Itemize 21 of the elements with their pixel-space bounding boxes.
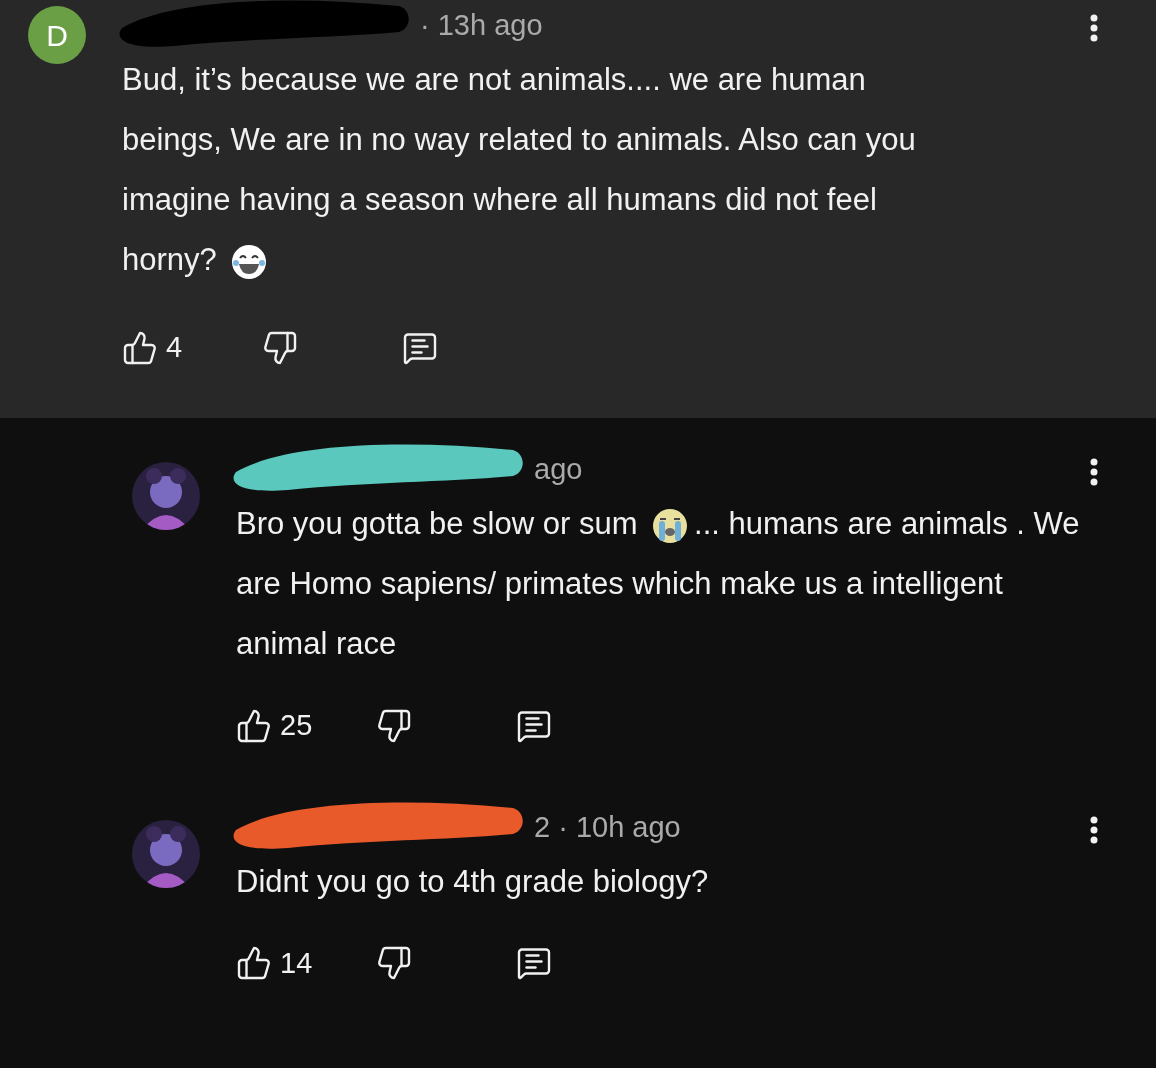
- comment-meta: ago: [534, 452, 583, 488]
- comment-text: Bro you gotta be slow or sum ... humans are animals . We are Homo sapiens/ primates which make us a intelligent animal race: [236, 504, 1081, 663]
- more-icon: [1090, 815, 1098, 844]
- comment-text: Bud, it’s because we are not animals.... we are human beings, We are in no way related to animals. Also can you imagine having a season where all humans did not feel horny?: [122, 50, 982, 290]
- like-button[interactable]: 25: [236, 704, 376, 748]
- thumbs-down-icon: [376, 707, 412, 744]
- comment-meta: · 13h ago: [420, 8, 543, 44]
- more-icon: [1090, 458, 1098, 486]
- comment-icon: [516, 945, 552, 982]
- avatar-letter: D: [46, 17, 68, 54]
- thumbs-down-icon: [376, 945, 412, 982]
- comment-text: Didnt you go to 4th grade biology?: [236, 862, 710, 901]
- like-button[interactable]: 4: [122, 326, 262, 370]
- thumbs-up-icon: [236, 945, 272, 982]
- thumbs-up-icon: [236, 707, 272, 744]
- thumbs-down-icon: [262, 329, 298, 366]
- thumbs-up-icon: [122, 329, 158, 366]
- reply-button[interactable]: [516, 945, 552, 982]
- like-button[interactable]: 14: [236, 941, 376, 985]
- more-icon: [1090, 14, 1098, 42]
- comment-meta: 2 · 10h ago: [534, 809, 681, 845]
